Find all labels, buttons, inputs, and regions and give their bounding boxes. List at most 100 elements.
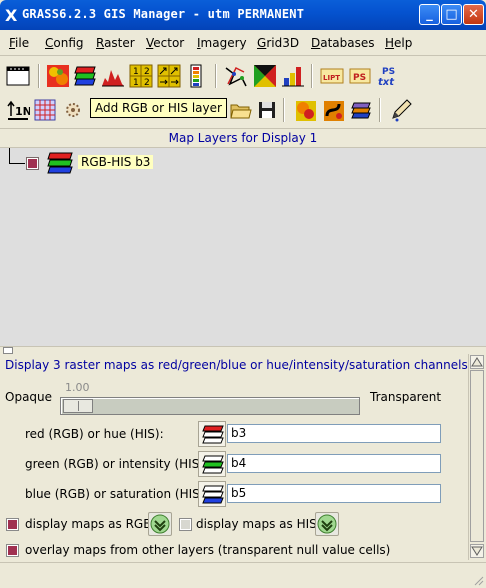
menu-databases[interactable]: Databases bbox=[311, 36, 375, 50]
overlay-checkbox[interactable] bbox=[7, 545, 18, 556]
ps-txt-button[interactable]: PS txt bbox=[377, 64, 401, 88]
red-map-field[interactable]: b3 bbox=[227, 424, 441, 443]
legend-button[interactable] bbox=[185, 64, 209, 88]
blue-map-select-button[interactable] bbox=[198, 481, 226, 507]
green-map-select-button[interactable] bbox=[198, 451, 226, 477]
north-arrow-button[interactable]: 1N bbox=[6, 98, 32, 122]
menu-databases-label: atabases bbox=[320, 36, 375, 50]
green-map-label: green (RGB) or intensity (HIS): bbox=[25, 457, 209, 471]
add-vector-button[interactable] bbox=[224, 64, 248, 88]
scrollbar-thumb[interactable] bbox=[470, 370, 484, 542]
overlay-row: overlay maps from other layers (transpar… bbox=[0, 538, 468, 564]
ps-text-button[interactable]: PS bbox=[349, 64, 373, 88]
menu-file[interactable]: File bbox=[9, 36, 29, 50]
digitize-button[interactable] bbox=[389, 98, 413, 122]
properties-description: Display 3 raster maps as red/green/blue … bbox=[5, 358, 468, 372]
toolbar-separator bbox=[283, 98, 285, 122]
opacity-slider[interactable] bbox=[60, 397, 360, 415]
reclass-digit-3: 1 bbox=[133, 78, 139, 88]
vector-map-icon bbox=[225, 66, 247, 87]
layer-checkbox[interactable] bbox=[27, 158, 38, 169]
display-his-help-button[interactable] bbox=[315, 512, 339, 536]
menu-vector-label: ector bbox=[153, 36, 185, 50]
rgb-layers-icon bbox=[74, 66, 96, 86]
command-button[interactable] bbox=[61, 98, 85, 122]
blue-map-field[interactable]: b5 bbox=[227, 484, 441, 503]
red-map-select-button[interactable] bbox=[198, 421, 226, 447]
menu-grid3d[interactable]: Grid3D bbox=[257, 36, 299, 50]
reclass-digit-2: 2 bbox=[144, 67, 150, 77]
green-layer-icon bbox=[202, 455, 224, 474]
thematic-map-button[interactable] bbox=[253, 64, 277, 88]
window-titlebar[interactable]: X GRASS6.2.3 GIS Manager - utm PERMANENT… bbox=[0, 0, 486, 30]
triangle-up-icon bbox=[471, 357, 483, 367]
minimize-button[interactable]: _ bbox=[419, 4, 440, 25]
display-his-checkbox[interactable] bbox=[180, 519, 191, 530]
labels-icon: LIPT bbox=[320, 68, 344, 84]
opaque-label: Opaque bbox=[5, 390, 53, 404]
red-layer-icon bbox=[202, 425, 224, 444]
thematic-chart-button[interactable] bbox=[281, 64, 305, 88]
save-disk-icon bbox=[259, 102, 275, 118]
save-workspace-button[interactable] bbox=[255, 98, 279, 122]
new-display-button[interactable] bbox=[6, 64, 30, 88]
lipt-text: LIPT bbox=[323, 74, 340, 82]
menu-config-label: onfig bbox=[53, 36, 84, 50]
maximize-button[interactable]: □ bbox=[441, 4, 462, 25]
menu-grid3d-mnemonic: G bbox=[257, 36, 267, 50]
red-map-row: red (RGB) or hue (HIS): b3 bbox=[0, 421, 468, 449]
reclass-button[interactable]: 1212 bbox=[129, 64, 153, 88]
histogram-icon bbox=[102, 70, 124, 87]
add-rgb-button[interactable] bbox=[73, 64, 97, 88]
menu-raster-label: aster bbox=[104, 36, 135, 50]
blue-map-row: blue (RGB) or saturation (HIS): b5 bbox=[0, 481, 468, 509]
menu-raster[interactable]: Raster bbox=[96, 36, 135, 50]
blue-layer-icon bbox=[202, 485, 224, 504]
help-chevron-icon bbox=[317, 514, 337, 534]
layer-label[interactable]: RGB-HIS b3 bbox=[78, 155, 154, 169]
menu-help-label: elp bbox=[394, 36, 413, 50]
menu-help[interactable]: Help bbox=[385, 36, 412, 50]
folder-open-icon bbox=[230, 104, 252, 119]
green-map-field[interactable]: b4 bbox=[227, 454, 441, 473]
pstxt-bottom-text: txt bbox=[378, 77, 395, 88]
layer-rgb-icon bbox=[46, 151, 74, 177]
arrows-button[interactable] bbox=[157, 64, 181, 88]
add-labels-button[interactable]: LIPT bbox=[320, 64, 344, 88]
menu-imagery[interactable]: Imagery bbox=[197, 36, 247, 50]
reclass-table-icon: 1 21 2 bbox=[129, 64, 153, 88]
properties-scrollbar[interactable] bbox=[468, 354, 484, 560]
opacity-slider-thumb[interactable] bbox=[63, 399, 93, 413]
bar-chart-icon bbox=[282, 67, 304, 87]
grid-button[interactable] bbox=[33, 98, 57, 122]
display-rgb-checkbox[interactable] bbox=[7, 519, 18, 530]
panel-splitter[interactable] bbox=[0, 346, 486, 354]
transparent-label: Transparent bbox=[370, 390, 442, 404]
stacked-layers-icon bbox=[351, 102, 371, 119]
resize-grip-icon[interactable] bbox=[472, 574, 484, 586]
add-3d-button[interactable] bbox=[349, 98, 373, 122]
histogram-button[interactable] bbox=[101, 64, 125, 88]
toolbar-secondary: 1N bbox=[0, 94, 486, 126]
close-button[interactable]: ✕ bbox=[463, 4, 484, 25]
layers-tree: RGB-HIS b3 bbox=[0, 148, 486, 346]
add-raster-button[interactable] bbox=[46, 64, 70, 88]
display-rgb-help-button[interactable] bbox=[148, 512, 172, 536]
open-workspace-button[interactable] bbox=[229, 98, 253, 122]
add-shaded-button[interactable] bbox=[321, 98, 345, 122]
grid-icon bbox=[34, 99, 56, 121]
splitter-handle[interactable] bbox=[3, 347, 13, 354]
ps-txt-icon: PStxt bbox=[378, 67, 395, 88]
menu-databases-mnemonic: D bbox=[311, 36, 321, 50]
toolbar-separator bbox=[311, 64, 313, 88]
pstxt-top-text: PS bbox=[382, 67, 395, 77]
add-raster-layer-button[interactable] bbox=[293, 98, 317, 122]
menu-vector[interactable]: Vector bbox=[146, 36, 184, 50]
ps-text: PS bbox=[353, 73, 366, 83]
north-text: 1N bbox=[15, 105, 30, 118]
menu-config[interactable]: Config bbox=[45, 36, 84, 50]
scroll-down-button[interactable] bbox=[470, 544, 484, 558]
red-map-label: red (RGB) or hue (HIS): bbox=[25, 427, 164, 441]
scroll-up-button[interactable] bbox=[470, 355, 484, 369]
window-title: GRASS6.2.3 GIS Manager - utm PERMANENT bbox=[22, 7, 305, 21]
